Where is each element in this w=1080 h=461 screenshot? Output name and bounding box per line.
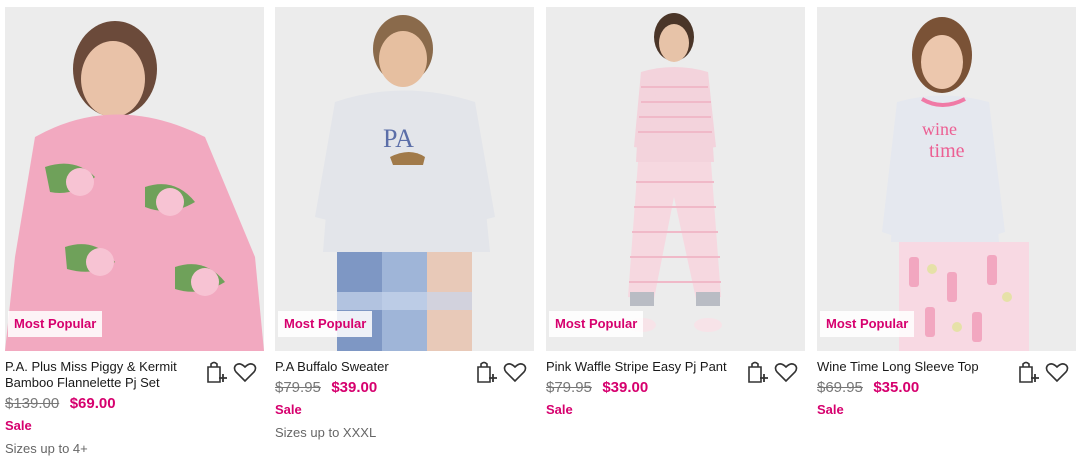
add-to-bag-icon xyxy=(748,361,768,383)
svg-text:time: time xyxy=(929,140,965,162)
product-card[interactable]: PA Most Popular P.A Buffalo Sweater $79.… xyxy=(275,7,534,461)
heart-icon xyxy=(774,363,798,383)
product-title[interactable]: Pink Waffle Stripe Easy Pj Pant xyxy=(546,359,742,375)
price-row: $139.00 $69.00 xyxy=(5,395,264,417)
product-grid: Most Popular P.A. Plus Miss Piggy & Kerm… xyxy=(5,7,1076,461)
was-price: $79.95 xyxy=(546,379,592,396)
heart-icon xyxy=(233,363,257,383)
add-to-bag-button[interactable] xyxy=(1016,359,1042,385)
product-title[interactable]: Wine Time Long Sleeve Top xyxy=(817,359,1013,375)
sale-price: $39.00 xyxy=(331,379,378,396)
model-photo-pink-stripe xyxy=(546,7,805,351)
product-card[interactable]: Most Popular Pink Waffle Stripe Easy Pj … xyxy=(546,7,805,461)
most-popular-badge: Most Popular xyxy=(549,311,644,337)
add-to-bag-button[interactable] xyxy=(204,359,230,385)
card-actions xyxy=(745,359,801,387)
card-actions xyxy=(474,359,530,387)
wishlist-button[interactable] xyxy=(1044,359,1070,385)
heart-icon xyxy=(1045,363,1069,383)
sale-price: $39.00 xyxy=(602,379,649,396)
most-popular-badge: Most Popular xyxy=(820,311,915,337)
was-price: $139.00 xyxy=(5,395,60,412)
product-image[interactable]: Most Popular xyxy=(546,7,805,351)
product-card[interactable]: wine time Most Popular Wine Time Long Sl… xyxy=(817,7,1076,461)
card-actions xyxy=(204,359,260,387)
product-title[interactable]: P.A Buffalo Sweater xyxy=(275,359,471,375)
sizes-note: Sizes up to 4+ xyxy=(5,441,88,456)
product-card[interactable]: Most Popular P.A. Plus Miss Piggy & Kerm… xyxy=(5,7,264,461)
model-photo-wine-top: wine time xyxy=(817,7,1076,351)
heart-icon xyxy=(503,363,527,383)
add-to-bag-icon xyxy=(477,361,497,383)
wishlist-button[interactable] xyxy=(232,359,258,385)
product-image[interactable]: wine time Most Popular xyxy=(817,7,1076,351)
card-actions xyxy=(1016,359,1072,387)
model-photo-pink-pyjamas xyxy=(5,7,264,351)
sale-label: Sale xyxy=(5,418,32,433)
add-to-bag-button[interactable] xyxy=(745,359,771,385)
wishlist-button[interactable] xyxy=(773,359,799,385)
was-price: $69.95 xyxy=(817,379,863,396)
most-popular-badge: Most Popular xyxy=(278,311,373,337)
product-title[interactable]: P.A. Plus Miss Piggy & Kermit Bamboo Fla… xyxy=(5,359,201,391)
sale-price: $69.00 xyxy=(69,395,116,412)
add-to-bag-icon xyxy=(1019,361,1039,383)
sale-label: Sale xyxy=(817,402,844,417)
sale-label: Sale xyxy=(275,402,302,417)
svg-text:PA: PA xyxy=(383,124,414,153)
svg-text:wine: wine xyxy=(922,119,957,139)
was-price: $79.95 xyxy=(275,379,321,396)
wishlist-button[interactable] xyxy=(502,359,528,385)
product-image[interactable]: PA Most Popular xyxy=(275,7,534,351)
model-photo-grey-sweater: PA xyxy=(275,7,534,351)
product-image[interactable]: Most Popular xyxy=(5,7,264,351)
sizes-note: Sizes up to XXXL xyxy=(275,425,377,440)
add-to-bag-icon xyxy=(207,361,227,383)
add-to-bag-button[interactable] xyxy=(474,359,500,385)
sale-label: Sale xyxy=(546,402,573,417)
most-popular-badge: Most Popular xyxy=(8,311,103,337)
sale-price: $35.00 xyxy=(873,379,920,396)
